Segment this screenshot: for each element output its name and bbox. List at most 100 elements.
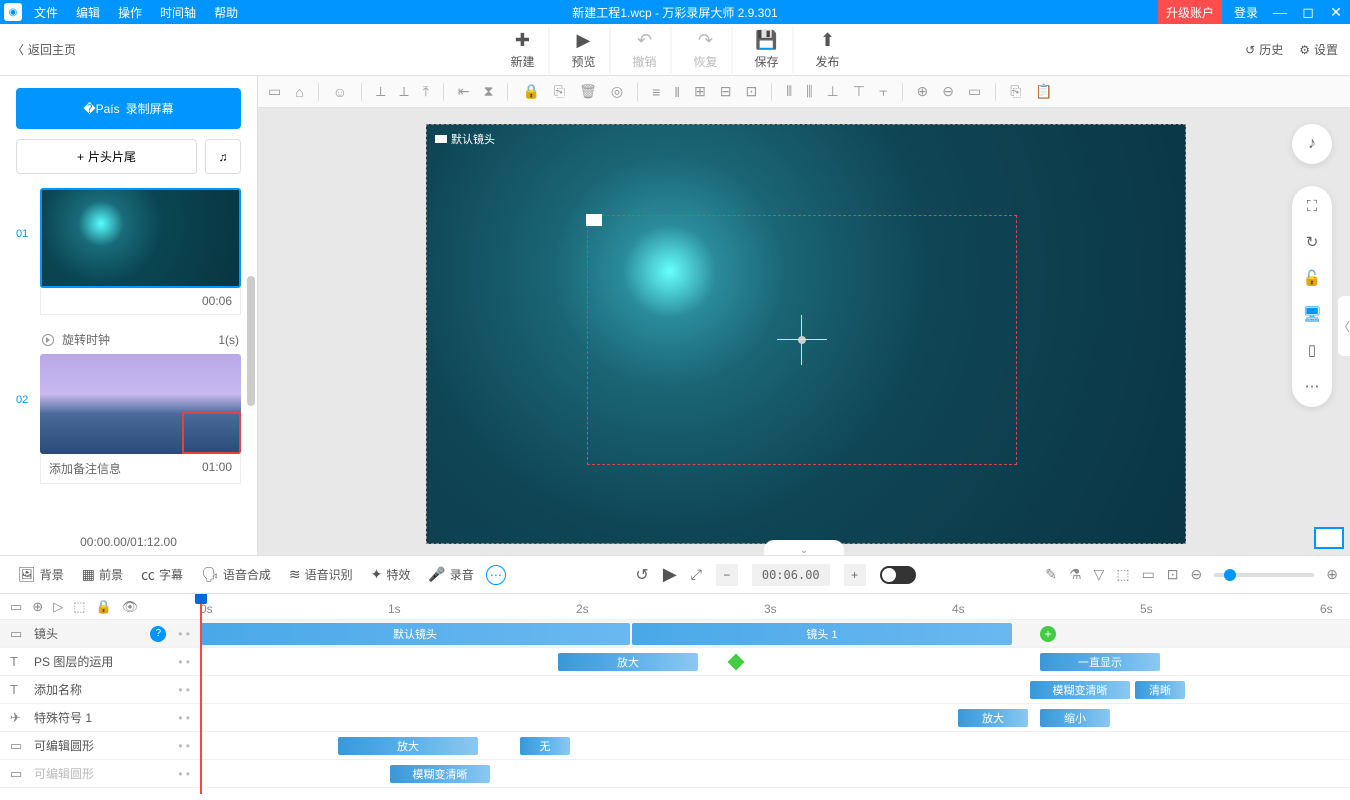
transition-row[interactable]: 旋转时钟 1(s) <box>16 325 241 354</box>
minimap-icon[interactable] <box>1314 527 1344 549</box>
menu-action[interactable]: 操作 <box>110 0 150 25</box>
segment[interactable]: 模糊变清晰 <box>390 765 490 783</box>
trash-icon[interactable]: 🗑 <box>579 83 597 100</box>
unlock-icon[interactable]: 🔓 <box>1303 269 1322 287</box>
clip-thumbnail[interactable] <box>40 188 241 288</box>
history-button[interactable]: ↺历史 <box>1245 41 1283 58</box>
expand-icon[interactable]: ⤢ <box>691 566 702 583</box>
segment[interactable]: 镜头 1 <box>632 623 1012 645</box>
tool-icon[interactable]: ▭ <box>1142 566 1155 583</box>
align-icon[interactable]: ⫴ <box>786 83 792 100</box>
menu-file[interactable]: 文件 <box>26 0 66 25</box>
tool-icon[interactable]: ⟂ <box>399 83 408 100</box>
clip-thumbnail[interactable] <box>40 354 241 454</box>
segment[interactable]: 无 <box>520 737 570 755</box>
align-icon[interactable]: ⊞ <box>694 83 706 100</box>
undo-button[interactable]: ↶撤销 <box>618 26 671 74</box>
menu-help[interactable]: 帮助 <box>206 0 246 25</box>
align-icon[interactable]: ⫟ <box>879 83 887 100</box>
zoom-in-icon[interactable]: ⊕ <box>1326 566 1338 583</box>
menu-edit[interactable]: 编辑 <box>68 0 108 25</box>
tool-icon[interactable]: ▭ <box>268 83 281 100</box>
fullscreen-icon[interactable]: ⛶ <box>1307 198 1318 215</box>
desktop-icon[interactable]: 🖥 <box>1302 305 1321 323</box>
home-icon[interactable]: ⌂ <box>295 84 303 100</box>
segment[interactable]: 模糊变清晰 <box>1030 681 1130 699</box>
segment[interactable]: 一直显示 <box>1040 653 1160 671</box>
tool-icon[interactable]: ⇤ <box>458 83 470 100</box>
minus-button[interactable]: − <box>716 564 738 586</box>
tool-icon[interactable]: ☺ <box>333 84 347 100</box>
edit-icon[interactable]: ✎ <box>1045 566 1057 583</box>
lock-icon[interactable]: 🔒 <box>96 599 112 615</box>
segment[interactable]: 放大 <box>958 709 1028 727</box>
tool-icon[interactable]: ▷ <box>53 599 63 615</box>
bg-button[interactable]: 🖼背景 <box>12 562 70 587</box>
settings-button[interactable]: ⚙设置 <box>1299 41 1338 58</box>
plus-button[interactable]: + <box>844 564 866 586</box>
new-button[interactable]: ✚新建 <box>496 26 549 74</box>
tool-icon[interactable]: ⟂ <box>376 83 385 100</box>
tool-icon[interactable]: ▭ <box>968 83 981 100</box>
time-ruler[interactable]: 0s 1s 2s 3s 4s 5s 6s <box>200 594 1350 619</box>
menu-timeline[interactable]: 时间轴 <box>152 0 204 25</box>
align-icon[interactable]: ⫼ <box>806 83 812 100</box>
align-icon[interactable]: ⊤ <box>853 83 865 100</box>
minimize-icon[interactable]: — <box>1266 0 1294 24</box>
play-icon[interactable]: ▶ <box>663 564 677 585</box>
upgrade-button[interactable]: 升级账户 <box>1158 0 1222 25</box>
help-icon[interactable]: ? <box>150 626 166 642</box>
zoom-in-icon[interactable]: ⊕ <box>917 83 929 100</box>
segment[interactable]: 放大 <box>558 653 698 671</box>
back-home-button[interactable]: 〈 返回主页 <box>12 41 76 58</box>
asr-button[interactable]: ≋语音识别 <box>283 562 359 587</box>
music-button[interactable]: ♪ <box>1292 124 1332 164</box>
paste-icon[interactable]: 📋 <box>1035 83 1052 100</box>
tool-icon[interactable]: ◎ <box>611 83 623 100</box>
right-tab[interactable]: 〈 <box>1338 296 1350 356</box>
add-icon[interactable]: + <box>1040 626 1056 642</box>
tool-icon[interactable]: ⊡ <box>1167 566 1179 583</box>
login-button[interactable]: 登录 <box>1226 0 1266 25</box>
record-button[interactable]: 🎤录音 <box>422 562 479 587</box>
zoom-slider[interactable] <box>1214 573 1314 577</box>
publish-button[interactable]: ⬆发布 <box>802 26 854 74</box>
rewind-icon[interactable]: ↺ <box>635 565 648 585</box>
collapse-handle[interactable]: ⌄ <box>764 540 844 555</box>
preview-button[interactable]: ▶预览 <box>557 26 610 74</box>
copy-icon[interactable]: ⎘ <box>1010 83 1021 100</box>
title-clip-button[interactable]: +片头片尾 <box>16 139 197 174</box>
tool-icon[interactable]: ⬚ <box>73 599 85 615</box>
rotate-icon[interactable]: ↻ <box>1306 233 1319 251</box>
camera-frame[interactable] <box>587 215 1017 465</box>
align-icon[interactable]: ⊟ <box>720 83 732 100</box>
redo-button[interactable]: ↷恢复 <box>680 26 733 74</box>
zoom-out-icon[interactable]: ⊖ <box>1191 566 1203 583</box>
align-icon[interactable]: ⊡ <box>746 83 758 100</box>
record-screen-button[interactable]: �País录制屏幕 <box>16 88 241 129</box>
sidebar-scrollbar[interactable] <box>247 276 255 406</box>
maximize-icon[interactable]: ◻ <box>1294 0 1322 25</box>
fg-button[interactable]: ▦前景 <box>76 562 129 587</box>
filter-icon[interactable]: ⚗ <box>1069 566 1082 583</box>
tool-icon[interactable]: ⧗ <box>484 83 494 100</box>
more-icon[interactable]: ⋯ <box>1305 377 1320 395</box>
fx-button[interactable]: ✦特效 <box>365 562 417 587</box>
more-button[interactable]: ⋯ <box>486 565 506 585</box>
add-icon[interactable]: ⊕ <box>32 599 43 615</box>
lock-icon[interactable]: 🔒 <box>522 83 539 100</box>
segment[interactable]: 清晰 <box>1135 681 1185 699</box>
tool-icon[interactable]: ▭ <box>10 599 22 615</box>
tts-button[interactable]: 🗣语音合成 <box>195 562 277 587</box>
clip-item-2[interactable]: 02 添加备注信息01:00 <box>16 354 241 484</box>
segment[interactable]: 默认镜头 <box>200 623 630 645</box>
segment[interactable]: 放大 <box>338 737 478 755</box>
align-icon[interactable]: ⊥ <box>827 83 839 100</box>
zoom-out-icon[interactable]: ⊖ <box>942 83 954 100</box>
toggle-switch[interactable] <box>880 566 916 584</box>
funnel-icon[interactable]: ▽ <box>1094 566 1105 583</box>
subtitle-button[interactable]: ㏄字幕 <box>135 561 189 589</box>
keyframe-icon[interactable] <box>728 654 745 671</box>
align-icon[interactable]: ≡ <box>652 84 660 100</box>
align-icon[interactable]: ‖ <box>674 84 680 100</box>
